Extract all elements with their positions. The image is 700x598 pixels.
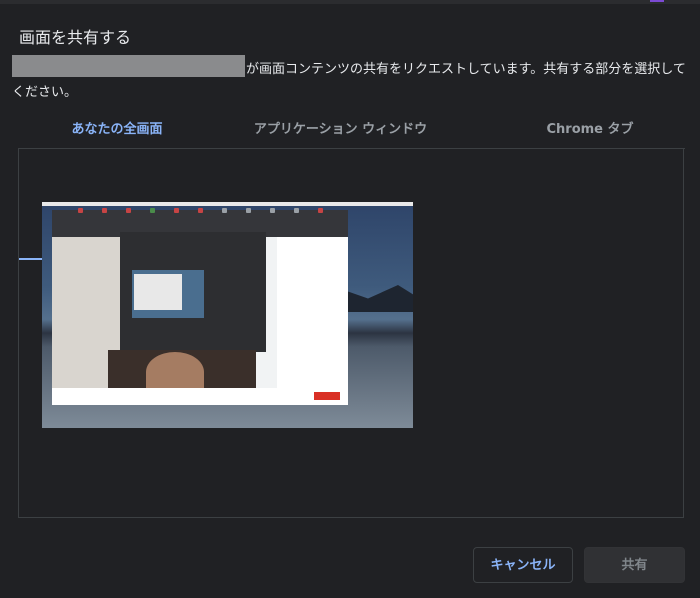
thumbnail-tab-icon [318,208,323,213]
tab-chrome-tab[interactable]: Chrome タブ [484,112,696,148]
thumbnail-tab-icon [246,208,251,213]
thumbnail-tab-icon [78,208,83,213]
dialog-message: が画面コンテンツの共有をリクエストしています。共有する部分を選択して ください。 [12,58,688,104]
thumbnail-right-column [277,237,348,392]
thumbnail-bottom-bar [52,388,348,405]
dialog-title: 画面を共有する [19,28,132,47]
screen-thumbnail[interactable] [42,202,413,428]
tab-entire-screen[interactable]: あなたの全画面 [18,112,216,148]
window-top-edge [0,0,700,4]
thumbnail-tab-icon [126,208,131,213]
message-line-2: ください。 [12,85,78,100]
thumbnail-nested-preview-inner [134,274,182,310]
thumbnail-tab-icon [270,208,275,213]
thumbnail-tab-icon [174,208,179,213]
cancel-button[interactable]: キャンセル [473,547,573,583]
share-button[interactable]: 共有 [584,547,685,583]
source-tabs: あなたの全画面 アプリケーション ウィンドウ Chrome タブ [18,112,685,260]
thumbnail-menu-bar [42,202,413,206]
thumbnail-tab-icon [150,208,155,213]
thumbnail-red-button [314,392,340,400]
thumbnail-tab-icon [102,208,107,213]
thumbnail-camera-face [146,352,204,392]
message-line-1: が画面コンテンツの共有をリクエストしています。共有する部分を選択して [246,62,686,77]
top-accent-line [650,0,664,2]
thumbnail-tab-icon [198,208,203,213]
thumbnail-tab-icon [294,208,299,213]
thumbnail-tab-icon [222,208,227,213]
screen-share-dialog: 画面を共有する が画面コンテンツの共有をリクエストしています。共有する部分を選択… [0,0,700,598]
tab-application-window[interactable]: アプリケーション ウィンドウ [238,112,443,148]
